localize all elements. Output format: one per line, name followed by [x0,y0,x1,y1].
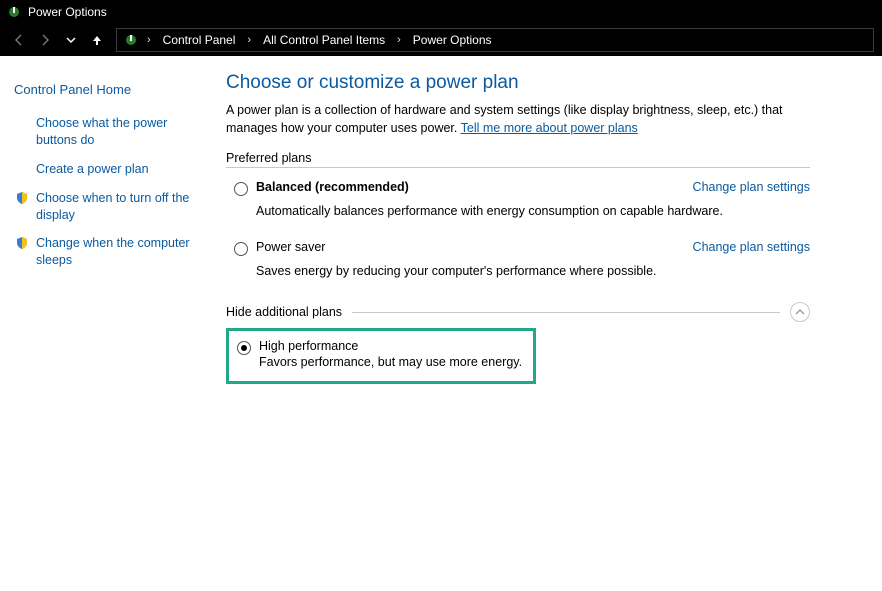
chevron-right-icon[interactable]: › [395,34,403,46]
nav-toolbar: › Control Panel › All Control Panel Item… [0,24,882,56]
breadcrumb-item[interactable]: All Control Panel Items [259,31,389,49]
hide-additional-plans-label: Hide additional plans [226,305,342,319]
breadcrumb-item[interactable]: Power Options [409,31,496,49]
sidebar-item[interactable]: Create a power plan [14,161,196,178]
plan-desc: Favors performance, but may use more ene… [259,355,525,369]
page-heading: Choose or customize a power plan [226,72,810,94]
sidebar-item-label: Choose what the power buttons do [36,115,196,149]
intro-link[interactable]: Tell me more about power plans [461,121,638,135]
address-bar[interactable]: › Control Panel › All Control Panel Item… [116,28,874,52]
control-panel-home-link[interactable]: Control Panel Home [14,82,196,97]
sidebar-item[interactable]: Choose what the power buttons do [14,115,196,149]
plan-title[interactable]: Balanced (recommended) [256,180,681,194]
plan-balanced: Balanced (recommended) Change plan setti… [226,176,810,202]
app-icon [6,4,22,20]
sidebar-item-label: Change when the computer sleeps [36,235,196,269]
radio-power-saver[interactable] [234,242,248,256]
up-button[interactable] [86,29,108,51]
recent-locations-button[interactable] [60,29,82,51]
plan-power-saver: Power saver Change plan settings [226,236,810,262]
sidebar-item-label: Create a power plan [36,161,149,178]
hide-additional-plans-row: Hide additional plans [226,302,810,322]
chevron-up-icon [795,307,805,317]
blank-icon [14,115,30,131]
window-titlebar: Power Options [0,0,882,24]
shield-icon [14,190,30,206]
plan-title[interactable]: Power saver [256,240,681,254]
plan-desc: Automatically balances performance with … [248,204,810,218]
back-button[interactable] [8,29,30,51]
chevron-right-icon[interactable]: › [145,34,153,46]
change-plan-settings-link[interactable]: Change plan settings [693,180,810,194]
blank-icon [14,161,30,177]
sidebar: Control Panel Home Choose what the power… [0,72,210,404]
divider [352,312,780,313]
forward-button[interactable] [34,29,56,51]
main-content: Choose or customize a power plan A power… [210,72,850,404]
divider [226,167,810,168]
plan-desc: Saves energy by reducing your computer's… [248,264,810,278]
preferred-plans-label: Preferred plans [226,151,810,165]
plan-high-performance: High performance Favors performance, but… [233,339,525,369]
page-intro: A power plan is a collection of hardware… [226,102,810,137]
sidebar-item[interactable]: Change when the computer sleeps [14,235,196,269]
radio-high-performance[interactable] [237,341,251,355]
plan-title[interactable]: High performance [259,339,525,353]
sidebar-item[interactable]: Choose when to turn off the display [14,190,196,224]
highlight-box: High performance Favors performance, but… [226,328,536,384]
power-options-icon [123,32,139,48]
radio-balanced[interactable] [234,182,248,196]
breadcrumb-item[interactable]: Control Panel [159,31,240,49]
change-plan-settings-link[interactable]: Change plan settings [693,240,810,254]
sidebar-item-label: Choose when to turn off the display [36,190,196,224]
window-title: Power Options [28,5,107,19]
shield-icon [14,235,30,251]
collapse-button[interactable] [790,302,810,322]
chevron-right-icon[interactable]: › [245,34,253,46]
